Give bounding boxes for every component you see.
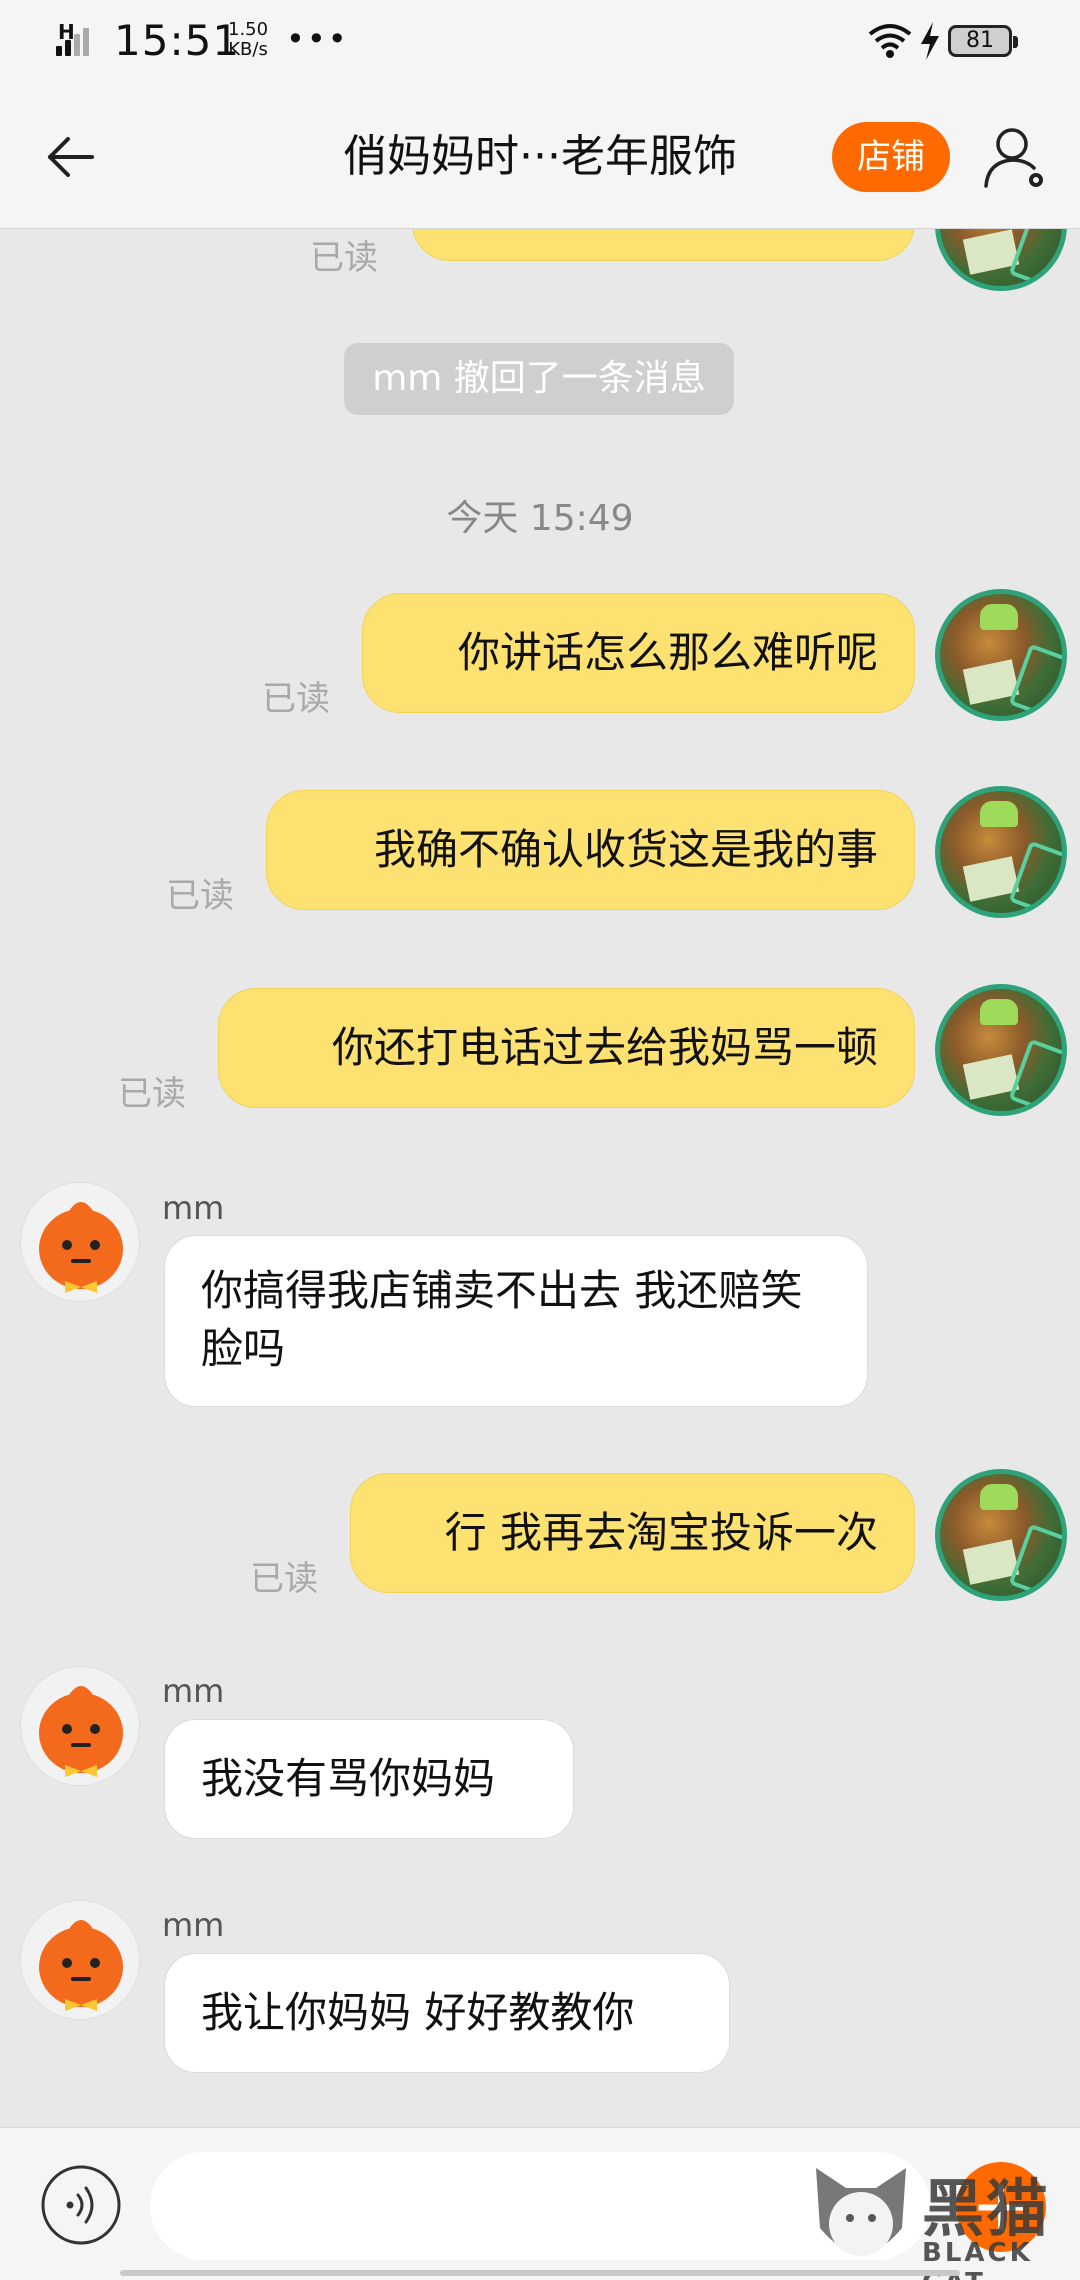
status-bar: H 15:51 1.50 KB/s ••• 81 [0,0,1080,86]
voice-input-icon[interactable] [40,2164,122,2246]
message-bubble-self[interactable]: 你讲话怎么那么难听呢 [362,593,915,713]
my-avatar[interactable] [935,229,1067,291]
chat-screen: H 15:51 1.50 KB/s ••• 81 俏妈妈时···老年服饰 店铺 … [0,0,1080,2280]
gesture-bar[interactable] [120,2270,960,2276]
message-bubble-self[interactable]: 行 我再去淘宝投诉一次 [350,1473,915,1593]
message-bubble-other[interactable]: 你搞得我店铺卖不出去 我还赔笑脸吗 [164,1235,868,1407]
charging-icon [921,22,939,60]
more-actions-button[interactable]: + [956,2162,1046,2252]
orange-mascot-icon [39,1920,123,2011]
read-status: 已读 [166,876,234,916]
read-status: 已读 [262,679,330,719]
chat-header: 俏妈妈时···老年服饰 店铺 [0,86,1080,229]
network-speed-unit: KB/s [228,39,268,60]
back-arrow-icon[interactable] [36,122,106,192]
read-status: 已读 [118,1074,186,1114]
wifi-icon [868,24,912,58]
profile-settings-icon[interactable] [982,122,1052,192]
my-avatar[interactable] [935,589,1067,721]
input-bar: + [0,2127,1080,2280]
shop-avatar[interactable] [20,1182,140,1302]
recall-notice: mm 撤回了一条消息 [344,343,734,415]
sender-name: mm [162,1906,225,1944]
read-status: 已读 [250,1559,318,1599]
message-list[interactable]: 已读 mm 撤回了一条消息 今天 15:49 已读 你讲话怎么那么难听呢 已读 … [0,229,1080,2127]
chat-title: 俏妈妈时···老年服饰 [343,131,737,182]
clock: 15:51 [114,16,241,65]
my-avatar[interactable] [935,786,1067,918]
network-speed-value: 1.50 [228,19,269,40]
read-status: 已读 [310,238,378,278]
message-input[interactable] [150,2152,930,2260]
sender-name: mm [162,1672,225,1710]
battery-indicator: 81 [948,25,1018,57]
message-bubble-self[interactable]: 我确不确认收货这是我的事 [266,790,915,910]
message-bubble-other[interactable]: 我没有骂你妈妈 [164,1719,574,1839]
shop-avatar[interactable] [20,1900,140,2020]
message-bubble-self[interactable]: 你还打电话过去给我妈骂一顿 [218,988,915,1108]
my-avatar[interactable] [935,1469,1067,1601]
shop-button[interactable]: 店铺 [832,122,950,192]
network-speed: 1.50 KB/s [228,20,268,60]
message-bubble-other[interactable]: 我让你妈妈 好好教教你 [164,1953,730,2073]
more-notifications-icon: ••• [286,20,349,58]
orange-mascot-icon [39,1686,123,1777]
sender-name: mm [162,1189,225,1227]
shop-avatar[interactable] [20,1666,140,1786]
orange-mascot-icon [39,1202,123,1293]
time-separator: 今天 15:49 [446,498,634,539]
message-bubble-partial[interactable] [412,229,915,261]
my-avatar[interactable] [935,984,1067,1116]
signal-icon: H [56,20,106,58]
